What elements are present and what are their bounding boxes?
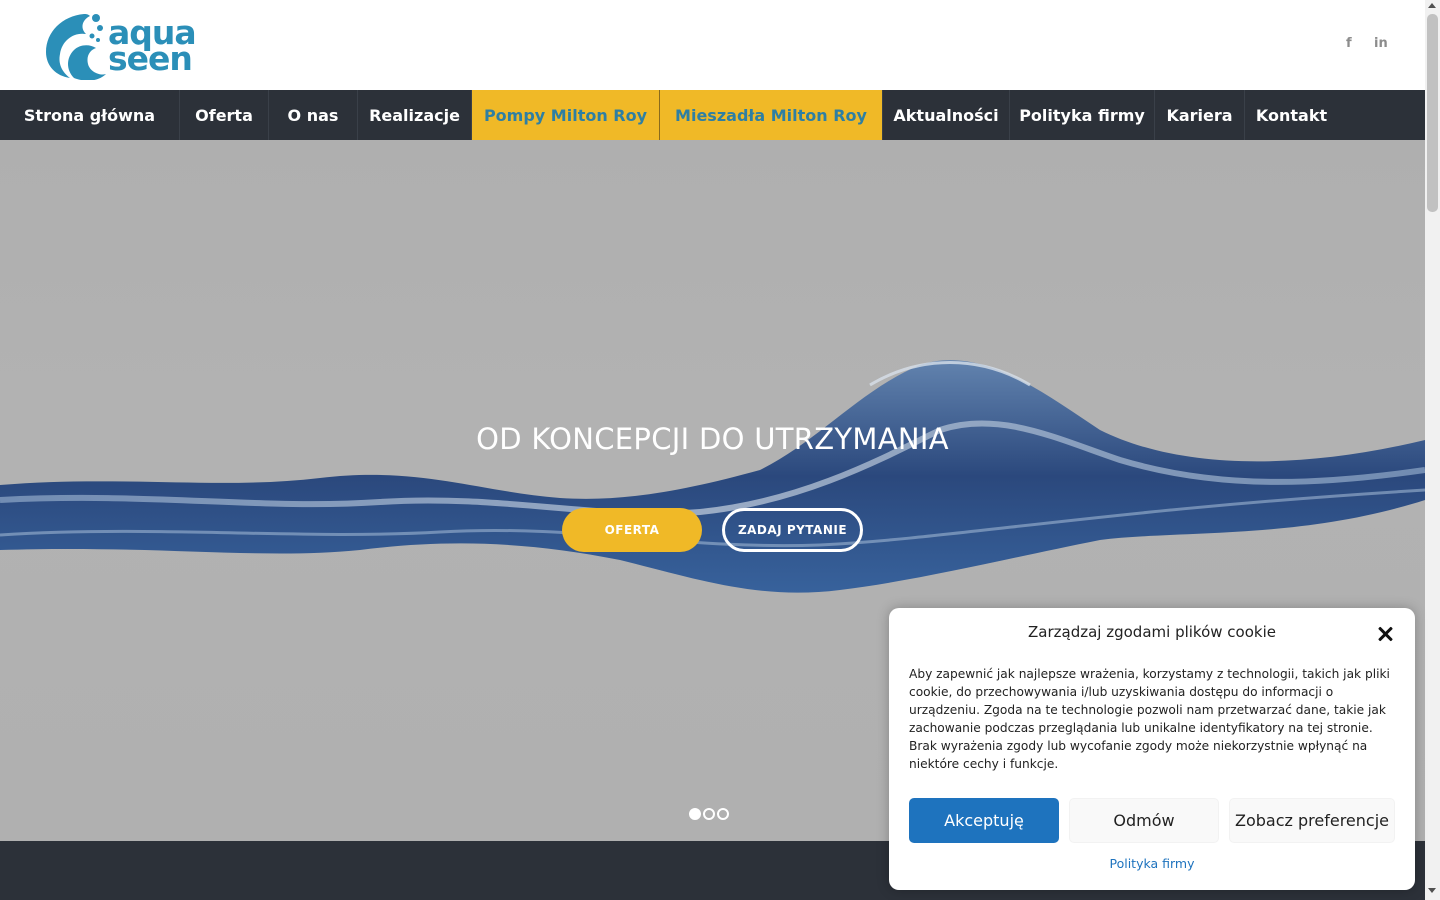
cookie-consent-dialog: Zarządzaj zgodami plików cookie Aby zape…	[889, 608, 1415, 890]
nav-item-kariera[interactable]: Kariera	[1155, 90, 1245, 140]
main-nav: Strona główna Oferta O nas Realizacje Po…	[0, 90, 1425, 140]
nav-item-o-nas[interactable]: O nas	[269, 90, 358, 140]
hero-title: OD KONCEPCJI DO UTRZYMANIA	[476, 422, 949, 456]
nav-item-kontakt[interactable]: Kontakt	[1245, 90, 1338, 140]
slider-dot[interactable]	[717, 808, 729, 820]
site-header: aqua seen f in	[0, 0, 1425, 90]
linkedin-icon[interactable]: in	[1374, 36, 1388, 51]
slider-dot[interactable]	[703, 808, 715, 820]
scroll-down-arrow-icon[interactable]	[1428, 888, 1436, 893]
close-icon[interactable]	[1375, 624, 1395, 644]
page-scrollbar[interactable]	[1425, 0, 1440, 900]
logo-text: aqua seen	[108, 16, 197, 78]
privacy-policy-link[interactable]: Polityka firmy	[889, 856, 1415, 871]
nav-item-oferta[interactable]: Oferta	[180, 90, 269, 140]
nav-item-aktualnosci[interactable]: Aktualności	[883, 90, 1010, 140]
view-preferences-button[interactable]: Zobacz preferencje	[1229, 798, 1395, 843]
nav-item-polityka-firmy[interactable]: Polityka firmy	[1010, 90, 1155, 140]
zadaj-pytanie-button[interactable]: ZADAJ PYTANIE	[722, 508, 863, 552]
nav-item-pompy-milton-roy[interactable]: Pompy Milton Roy	[472, 90, 660, 140]
scroll-up-arrow-icon[interactable]	[1428, 3, 1436, 8]
oferta-button[interactable]: OFERTA	[562, 508, 702, 552]
slider-pagination	[689, 808, 729, 820]
nav-item-strona-glowna[interactable]: Strona główna	[0, 90, 180, 140]
nav-item-realizacje[interactable]: Realizacje	[358, 90, 472, 140]
accept-cookies-button[interactable]: Akceptuję	[909, 798, 1059, 843]
scrollbar-thumb[interactable]	[1427, 14, 1438, 212]
cookie-dialog-title: Zarządzaj zgodami plików cookie	[1028, 623, 1276, 641]
nav-item-mieszadla-milton-roy[interactable]: Mieszadła Milton Roy	[660, 90, 883, 140]
cookie-dialog-text: Aby zapewnić jak najlepsze wrażenia, kor…	[909, 667, 1390, 771]
logo-word-seen: seen	[108, 39, 193, 78]
aquaseen-logo[interactable]: aqua seen	[44, 10, 214, 80]
deny-cookies-button[interactable]: Odmów	[1069, 798, 1219, 843]
slider-dot[interactable]	[689, 808, 701, 820]
facebook-icon[interactable]: f	[1346, 36, 1352, 51]
logo-wave-mark	[46, 14, 106, 80]
